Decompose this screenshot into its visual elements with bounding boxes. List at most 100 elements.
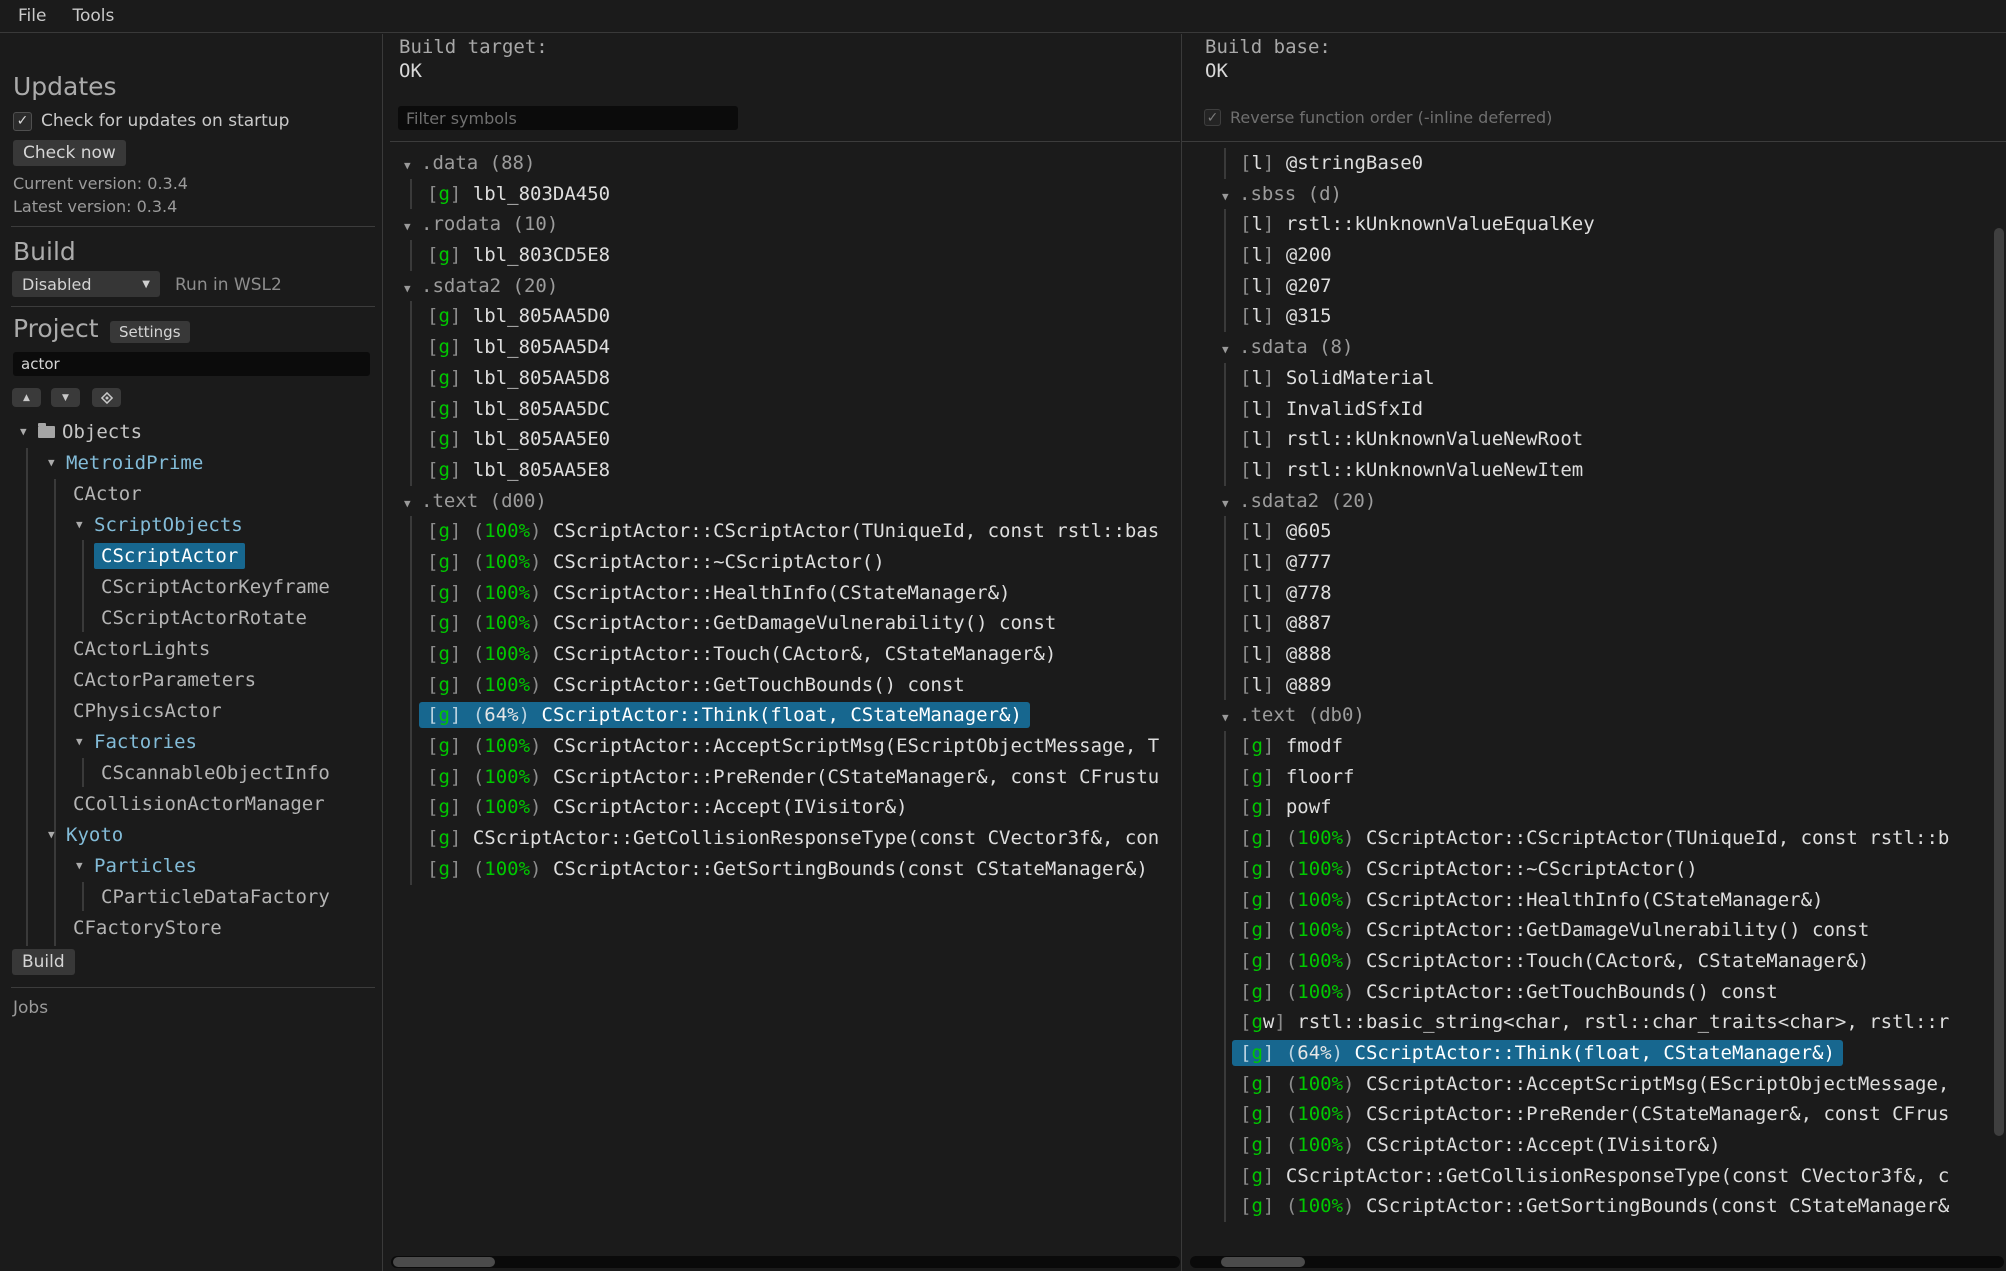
tree-item-Objects[interactable]: ▼Objects — [0, 416, 383, 447]
collapse-arrow-icon[interactable]: ▼ — [404, 274, 421, 305]
symbol-row[interactable]: [l] @888 — [1182, 639, 2006, 670]
expand-arrow-icon[interactable]: ▼ — [76, 518, 94, 531]
symbol-row[interactable]: [l] @207 — [1182, 271, 2006, 302]
symbol-row[interactable]: [g] lbl_805AA5E0 — [389, 424, 1180, 455]
symbol-row[interactable]: [g] (100%) CScriptActor::CScriptActor(TU… — [1182, 823, 2006, 854]
symbol-row[interactable]: [g] lbl_805AA5D8 — [389, 363, 1180, 394]
symbol-row[interactable]: [g] (100%) CScriptActor::Touch(CActor&, … — [389, 639, 1180, 670]
section-header[interactable]: ▼.sdata2 (20) — [389, 271, 1180, 302]
symbol-row[interactable]: [g] lbl_803CD5E8 — [389, 240, 1180, 271]
symbol-row[interactable]: [g] (100%) CScriptActor::PreRender(CStat… — [389, 762, 1180, 793]
tree-item-CScriptActorKeyframe[interactable]: CScriptActorKeyframe — [0, 571, 383, 602]
tree-item-CActor[interactable]: CActor — [0, 478, 383, 509]
symbol-row[interactable]: [g] (100%) CScriptActor::CScriptActor(TU… — [389, 516, 1180, 547]
symbol-row[interactable]: [g] lbl_803DA450 — [389, 179, 1180, 210]
tree-item-Particles[interactable]: ▼Particles — [0, 850, 383, 881]
project-search-input[interactable]: actor — [13, 352, 370, 376]
project-settings-button[interactable]: Settings — [110, 321, 190, 343]
section-header[interactable]: ▼.sbss (d) — [1182, 179, 2006, 210]
symbol-row[interactable]: [g] lbl_805AA5D4 — [389, 332, 1180, 363]
symbol-row[interactable]: [l] @605 — [1182, 516, 2006, 547]
tree-item-Kyoto[interactable]: ▼Kyoto — [0, 819, 383, 850]
reverse-order-checkbox[interactable]: ✓ — [1204, 109, 1221, 126]
collapse-arrow-icon[interactable]: ▼ — [1222, 703, 1239, 734]
expand-arrow-icon[interactable]: ▼ — [48, 828, 66, 841]
symbol-row[interactable]: [l] @777 — [1182, 547, 2006, 578]
symbol-row[interactable]: [g] CScriptActor::GetCollisionResponseTy… — [389, 823, 1180, 854]
symbol-row[interactable]: [g] (100%) CScriptActor::GetTouchBounds(… — [389, 670, 1180, 701]
symbol-row[interactable]: [g] (100%) CScriptActor::HealthInfo(CSta… — [1182, 885, 2006, 916]
tree-item-MetroidPrime[interactable]: ▼MetroidPrime — [0, 447, 383, 478]
symbol-row[interactable]: [g] (100%) CScriptActor::GetDamageVulner… — [389, 608, 1180, 639]
tree-item-CScriptActorRotate[interactable]: CScriptActorRotate — [0, 602, 383, 633]
base-hscroll-thumb[interactable] — [1221, 1257, 1305, 1267]
symbol-row[interactable]: [gw] rstl::basic_string<char, rstl::char… — [1182, 1007, 2006, 1038]
symbol-row[interactable]: [l] @778 — [1182, 578, 2006, 609]
tree-item-CFactoryStore[interactable]: CFactoryStore — [0, 912, 383, 943]
symbol-row[interactable]: [l] rstl::kUnknownValueEqualKey — [1182, 209, 2006, 240]
tree-item-CScriptActor[interactable]: CScriptActor — [0, 540, 383, 571]
menu-tools[interactable]: Tools — [72, 6, 114, 26]
section-header[interactable]: ▼.sdata2 (20) — [1182, 486, 2006, 517]
collapse-arrow-icon[interactable]: ▼ — [1222, 489, 1239, 520]
symbol-row[interactable]: [g] CScriptActor::GetCollisionResponseTy… — [1182, 1161, 2006, 1192]
symbol-row[interactable]: [g] lbl_805AA5D0 — [389, 301, 1180, 332]
symbol-row[interactable]: [l] rstl::kUnknownValueNewRoot — [1182, 424, 2006, 455]
symbol-row[interactable]: [l] InvalidSfxId — [1182, 394, 2006, 425]
filter-symbols-input[interactable]: Filter symbols — [398, 106, 738, 130]
collapse-arrow-icon[interactable]: ▼ — [404, 212, 421, 243]
expand-arrow-icon[interactable]: ▼ — [48, 456, 66, 469]
tree-item-CCollisionActorManager[interactable]: CCollisionActorManager — [0, 788, 383, 819]
symbol-row[interactable]: [g] (100%) CScriptActor::GetTouchBounds(… — [1182, 977, 2006, 1008]
expand-arrow-icon[interactable]: ▼ — [76, 735, 94, 748]
symbol-row[interactable]: [g] (100%) CScriptActor::PreRender(CStat… — [1182, 1099, 2006, 1130]
tree-item-Factories[interactable]: ▼Factories — [0, 726, 383, 757]
collapse-arrow-icon[interactable]: ▼ — [404, 151, 421, 182]
prev-match-button[interactable]: ▲ — [12, 388, 41, 407]
symbol-row[interactable]: [l] SolidMaterial — [1182, 363, 2006, 394]
symbol-row[interactable]: [g] (100%) CScriptActor::AcceptScriptMsg… — [1182, 1069, 2006, 1100]
expand-arrow-icon[interactable]: ▼ — [20, 425, 38, 438]
tree-item-CScannableObjectInfo[interactable]: CScannableObjectInfo — [0, 757, 383, 788]
symbol-row[interactable]: [g] (100%) CScriptActor::Accept(IVisitor… — [389, 792, 1180, 823]
target-hscroll-track[interactable] — [391, 1256, 1180, 1268]
symbol-row[interactable]: [g] (100%) CScriptActor::Touch(CActor&, … — [1182, 946, 2006, 977]
collapse-arrow-icon[interactable]: ▼ — [404, 489, 421, 520]
symbol-row[interactable]: [g] (100%) CScriptActor::GetSortingBound… — [389, 854, 1180, 885]
symbol-row-selected[interactable]: [g] (64%) CScriptActor::Think(float, CSt… — [389, 700, 1180, 731]
symbol-row[interactable]: [g] powf — [1182, 792, 2006, 823]
symbol-row[interactable]: [g] (100%) CScriptActor::GetSortingBound… — [1182, 1191, 2006, 1222]
symbol-row[interactable]: [l] @200 — [1182, 240, 2006, 271]
section-header[interactable]: ▼.rodata (10) — [389, 209, 1180, 240]
section-header[interactable]: ▼.sdata (8) — [1182, 332, 2006, 363]
symbol-row[interactable]: [g] (100%) CScriptActor::GetDamageVulner… — [1182, 915, 2006, 946]
symbol-row[interactable]: [g] (100%) CScriptActor::~CScriptActor() — [1182, 854, 2006, 885]
tree-item-CPhysicsActor[interactable]: CPhysicsActor — [0, 695, 383, 726]
symbol-row[interactable]: [g] (100%) CScriptActor::~CScriptActor() — [389, 547, 1180, 578]
symbol-row[interactable]: [l] @315 — [1182, 301, 2006, 332]
menu-file[interactable]: File — [18, 6, 46, 26]
build-mode-select[interactable]: Disabled ▼ — [12, 271, 160, 297]
tree-item-ScriptObjects[interactable]: ▼ScriptObjects — [0, 509, 383, 540]
symbol-row[interactable]: [g] (100%) CScriptActor::HealthInfo(CSta… — [389, 578, 1180, 609]
locate-button[interactable] — [92, 388, 121, 407]
target-hscroll-thumb[interactable] — [393, 1257, 495, 1267]
symbol-row[interactable]: [g] (100%) CScriptActor::AcceptScriptMsg… — [389, 731, 1180, 762]
check-updates-checkbox[interactable]: ✓ — [13, 112, 32, 131]
tree-item-CActorLights[interactable]: CActorLights — [0, 633, 383, 664]
collapse-arrow-icon[interactable]: ▼ — [1222, 335, 1239, 366]
symbol-row[interactable]: [g] lbl_805AA5E8 — [389, 455, 1180, 486]
check-now-button[interactable]: Check now — [13, 140, 126, 166]
symbol-row[interactable]: [l] @887 — [1182, 608, 2006, 639]
symbol-row[interactable]: [l] @889 — [1182, 670, 2006, 701]
base-vscroll-thumb[interactable] — [1994, 228, 2004, 1136]
section-header[interactable]: ▼.text (db0) — [1182, 700, 2006, 731]
build-button[interactable]: Build — [12, 949, 75, 975]
symbol-row[interactable]: [l] @stringBase0 — [1182, 148, 2006, 179]
symbol-row[interactable]: [g] fmodf — [1182, 731, 2006, 762]
section-header[interactable]: ▼.data (88) — [389, 148, 1180, 179]
section-header[interactable]: ▼.text (d00) — [389, 486, 1180, 517]
symbol-row[interactable]: [g] floorf — [1182, 762, 2006, 793]
tree-item-CActorParameters[interactable]: CActorParameters — [0, 664, 383, 695]
symbol-row[interactable]: [l] rstl::kUnknownValueNewItem — [1182, 455, 2006, 486]
